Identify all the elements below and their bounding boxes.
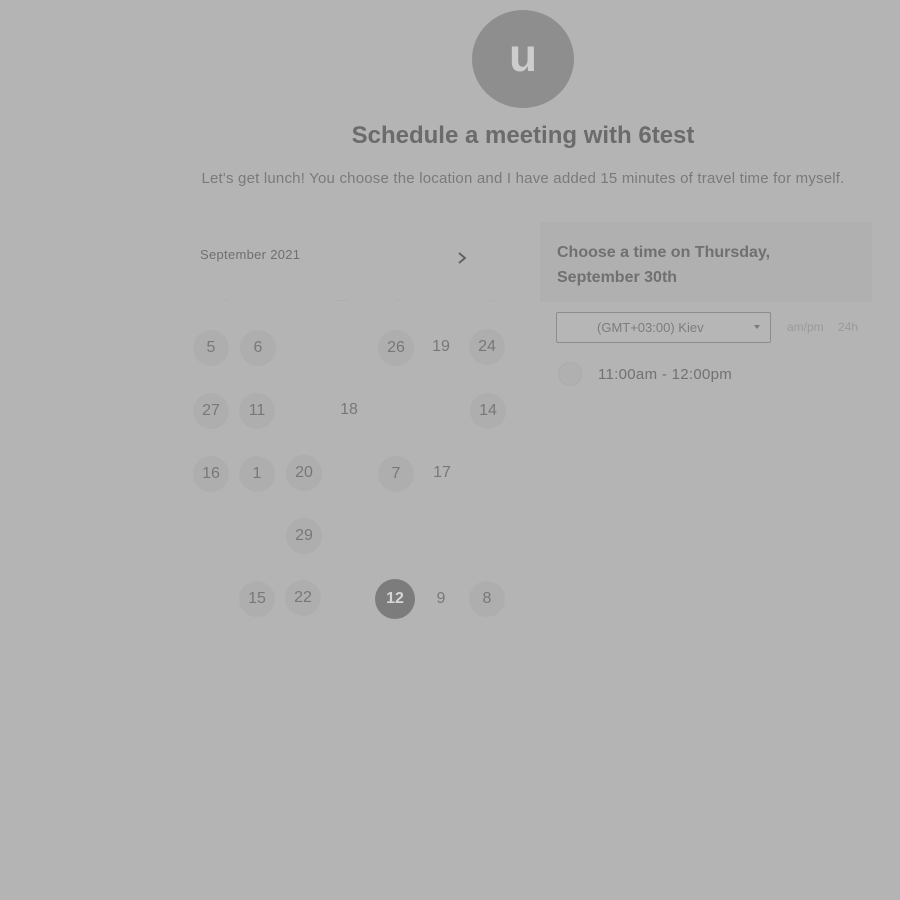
time-slot-label: 11:00am - 12:00pm (598, 365, 733, 383)
calendar-day[interactable]: 9 (423, 581, 459, 617)
timezone-value: (GMT+03:00) Kiev (597, 320, 704, 335)
weekday-divider (334, 300, 348, 301)
calendar-day[interactable]: 15 (239, 581, 275, 617)
calendar-day[interactable]: 7 (378, 456, 414, 492)
calendar-day[interactable]: 22 (285, 580, 321, 616)
date-picker: September 2021 5 6 26 19 24 27 11 18 14 … (182, 226, 520, 646)
avatar-letter: u (508, 29, 538, 81)
calendar-day[interactable]: 20 (286, 455, 322, 491)
chevron-right-icon (458, 252, 467, 264)
time-slot[interactable]: 11:00am - 12:00pm (558, 360, 798, 388)
calendar-day[interactable]: 14 (470, 393, 506, 429)
page-title: Schedule a meeting with 6test (351, 122, 695, 149)
calendar-day[interactable]: 5 (193, 330, 229, 366)
calendar-day[interactable]: 1 (239, 456, 275, 492)
caret-down-icon (754, 325, 760, 329)
month-label: September 2021 (200, 247, 301, 262)
time-panel-header: Choose a time on Thursday, September 30t… (540, 222, 872, 302)
calendar-day[interactable]: 24 (469, 329, 505, 365)
calendar-day[interactable]: 16 (193, 456, 229, 492)
calendar-day[interactable]: 11 (239, 393, 275, 429)
booking-page: u Schedule a meeting with 6test Let's ge… (0, 0, 900, 900)
calendar-day[interactable]: 17 (424, 455, 460, 491)
time-format-24h[interactable]: 24h (838, 320, 858, 334)
weekday-divider (396, 300, 402, 301)
calendar-day[interactable]: 18 (331, 392, 367, 428)
calendar-day[interactable]: 26 (378, 330, 414, 366)
timezone-select[interactable]: (GMT+03:00) Kiev (556, 312, 771, 343)
calendar-day[interactable]: 29 (286, 518, 322, 554)
calendar-day[interactable]: 27 (193, 393, 229, 429)
next-month-button[interactable] (450, 246, 474, 270)
time-format-ampm[interactable]: am/pm (787, 320, 824, 334)
calendar-day[interactable]: 6 (240, 330, 276, 366)
calendar-day[interactable]: 8 (469, 581, 505, 617)
time-panel-heading: Choose a time on Thursday, September 30t… (557, 244, 771, 286)
host-avatar: u (472, 10, 574, 108)
calendar-day[interactable]: 19 (423, 329, 459, 365)
weekday-divider (222, 300, 228, 301)
calendar-day-selected[interactable]: 12 (375, 579, 415, 619)
time-slot-radio[interactable] (558, 362, 582, 386)
meeting-description: Let's get lunch! You choose the location… (201, 170, 845, 187)
weekday-divider (488, 300, 494, 301)
